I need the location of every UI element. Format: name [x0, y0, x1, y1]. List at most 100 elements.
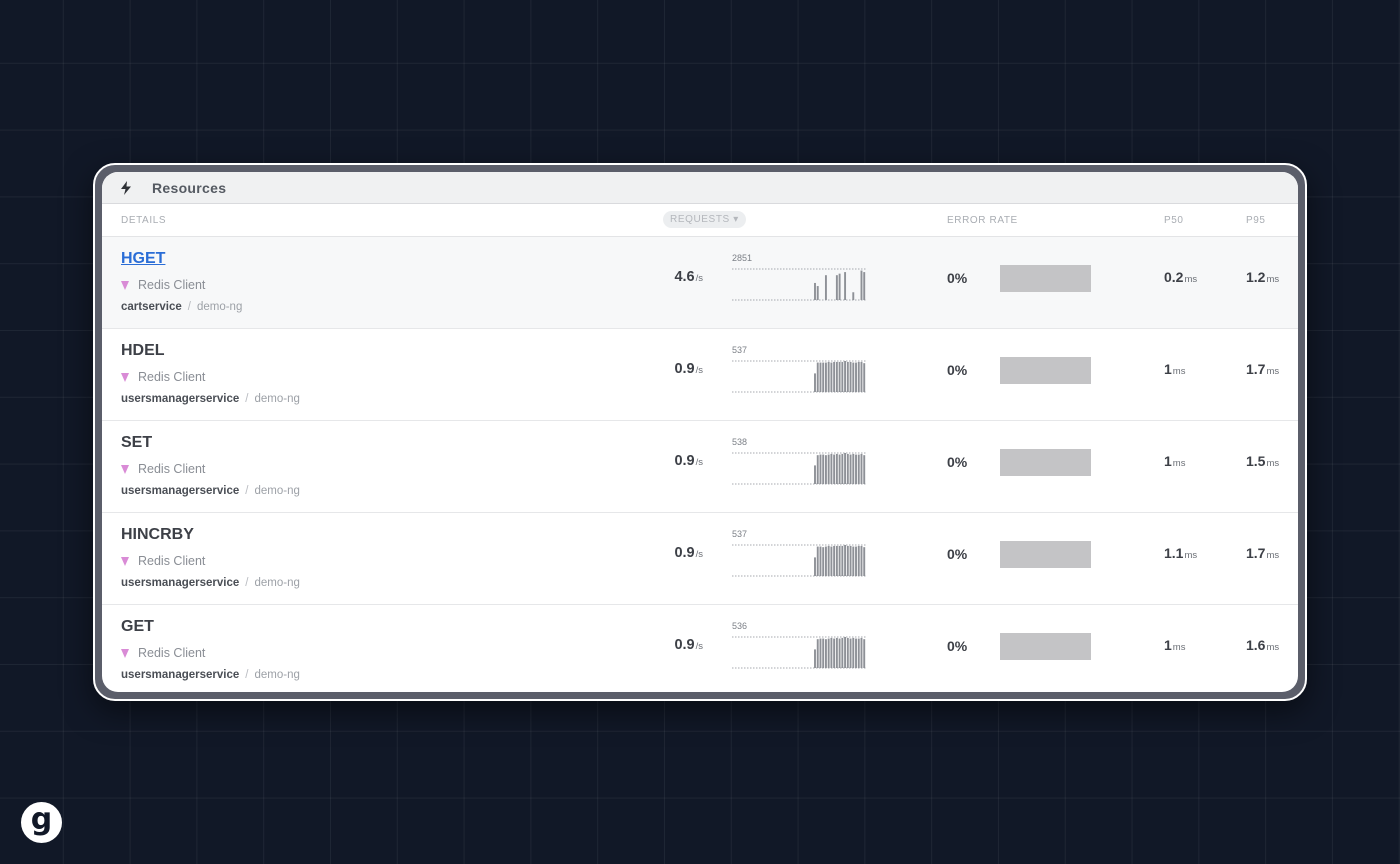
error-rate-bar	[1000, 357, 1091, 384]
resource-name[interactable]: HINCRBY	[121, 526, 194, 544]
sparkline-bar	[860, 545, 863, 576]
sparkline-bar	[846, 361, 849, 392]
p95-latency: 1.7ms	[1246, 361, 1279, 377]
resources-panel: Resources DETAILS REQUESTS ▾ ERROR RATE …	[102, 172, 1298, 692]
sparkline-bar	[816, 286, 819, 300]
sparkline-bar	[827, 638, 830, 668]
sparkline-bar	[852, 453, 855, 484]
resource-row[interactable]: HINCRBY Redis Client usersmanagerservice…	[102, 513, 1298, 605]
p50-latency: 1ms	[1164, 637, 1185, 653]
p95-unit: ms	[1266, 274, 1280, 285]
resource-name[interactable]: GET	[121, 618, 154, 636]
redis-triangle-icon	[121, 464, 129, 474]
column-headers: DETAILS REQUESTS ▾ ERROR RATE P50 P95	[102, 204, 1298, 237]
sparkline-bar	[841, 361, 844, 392]
resource-name[interactable]: HGET	[121, 250, 165, 268]
sparkline-bar	[814, 465, 816, 484]
resource-row[interactable]: GET Redis Client usersmanagerservice / d…	[102, 605, 1298, 692]
service-name: usersmanagerservice	[121, 485, 240, 497]
resources-window: Resources DETAILS REQUESTS ▾ ERROR RATE …	[93, 163, 1307, 701]
sparkline-bar	[849, 545, 852, 576]
resource-row[interactable]: HGET Redis Client cartservice / demo-ng …	[102, 237, 1298, 329]
request-rate: 0.9/s	[674, 637, 703, 653]
p95-value: 1.6	[1246, 637, 1266, 653]
p95-unit: ms	[1266, 366, 1280, 377]
sparkline-bar	[814, 557, 816, 576]
column-requests-sort[interactable]: REQUESTS ▾	[663, 211, 746, 228]
redis-triangle-icon	[121, 280, 129, 290]
p50-latency: 1ms	[1164, 453, 1185, 469]
error-rate-value: 0%	[947, 546, 968, 562]
resource-name[interactable]: SET	[121, 434, 152, 452]
sparkline-bar	[824, 546, 827, 576]
p95-latency: 1.2ms	[1246, 269, 1279, 285]
service-separator: /	[245, 393, 249, 405]
sparkline-bar	[855, 546, 857, 576]
requests-sparkline: 536	[732, 621, 866, 669]
resource-type: Redis Client	[121, 554, 205, 568]
column-details: DETAILS	[121, 215, 167, 226]
request-rate-value: 0.9	[674, 637, 695, 653]
request-rate: 4.6/s	[674, 269, 703, 285]
resource-service: usersmanagerservice / demo-ng	[121, 485, 300, 497]
error-rate-value: 0%	[947, 362, 968, 378]
sparkline-bar	[855, 454, 857, 484]
service-separator: /	[245, 485, 249, 497]
service-separator: /	[187, 301, 191, 313]
p50-latency: 1.1ms	[1164, 545, 1197, 561]
column-p95[interactable]: P95	[1246, 215, 1266, 226]
sparkline-bar	[827, 361, 830, 392]
sparkline-bar	[855, 362, 857, 392]
sparkline-bar	[824, 275, 827, 300]
sparkline-bar	[835, 453, 838, 484]
resource-type-label: Redis Client	[138, 278, 206, 292]
sparkline-bar	[822, 547, 825, 576]
sparkline-bar	[844, 637, 847, 668]
sparkline-bar	[855, 638, 857, 668]
request-rate-value: 0.9	[674, 361, 695, 377]
requests-sparkline: 2851	[732, 253, 866, 301]
sparkline-bar	[849, 638, 852, 668]
error-rate-bar	[1000, 541, 1091, 568]
sparkline-bar	[857, 545, 860, 576]
column-error-rate[interactable]: ERROR RATE	[947, 215, 1018, 226]
environment-name: demo-ng	[254, 485, 300, 497]
service-name: cartservice	[121, 301, 182, 313]
redis-triangle-icon	[121, 556, 129, 566]
sparkline-bar	[833, 454, 836, 484]
resource-type: Redis Client	[121, 646, 205, 660]
sparkline-bar	[844, 272, 847, 300]
sparkline-bar	[814, 649, 816, 668]
resource-type-label: Redis Client	[138, 462, 206, 476]
sparkline-bar	[816, 546, 819, 576]
sparkline-max-label: 536	[732, 621, 747, 631]
resource-row[interactable]: SET Redis Client usersmanagerservice / d…	[102, 421, 1298, 513]
sparkline-bar	[819, 638, 822, 668]
p95-unit: ms	[1266, 550, 1280, 561]
p95-value: 1.2	[1246, 269, 1266, 285]
sparkline-bar	[849, 454, 852, 484]
sparkline-max-label: 538	[732, 437, 747, 447]
service-name: usersmanagerservice	[121, 393, 240, 405]
logo-letter: g	[30, 801, 53, 837]
requests-sparkline: 537	[732, 345, 866, 393]
resource-name[interactable]: HDEL	[121, 342, 165, 360]
column-p50[interactable]: P50	[1164, 215, 1184, 226]
resource-row[interactable]: HDEL Redis Client usersmanagerservice / …	[102, 329, 1298, 421]
request-rate: 0.9/s	[674, 545, 703, 561]
requests-sparkline: 537	[732, 529, 866, 577]
p95-unit: ms	[1266, 642, 1280, 653]
sparkline-bar	[838, 361, 841, 392]
p95-latency: 1.6ms	[1246, 637, 1279, 653]
sparkline-bar	[863, 455, 866, 484]
sparkline-bar	[852, 546, 855, 576]
sparkline-bar	[835, 637, 838, 668]
sparkline-bar	[860, 637, 863, 668]
request-rate-unit: /s	[695, 641, 703, 652]
resource-service: usersmanagerservice / demo-ng	[121, 577, 300, 589]
resource-type: Redis Client	[121, 278, 205, 292]
sparkline-bar	[827, 454, 830, 484]
lightning-bolt-icon	[120, 180, 132, 195]
request-rate-unit: /s	[695, 273, 703, 284]
service-separator: /	[245, 669, 249, 681]
